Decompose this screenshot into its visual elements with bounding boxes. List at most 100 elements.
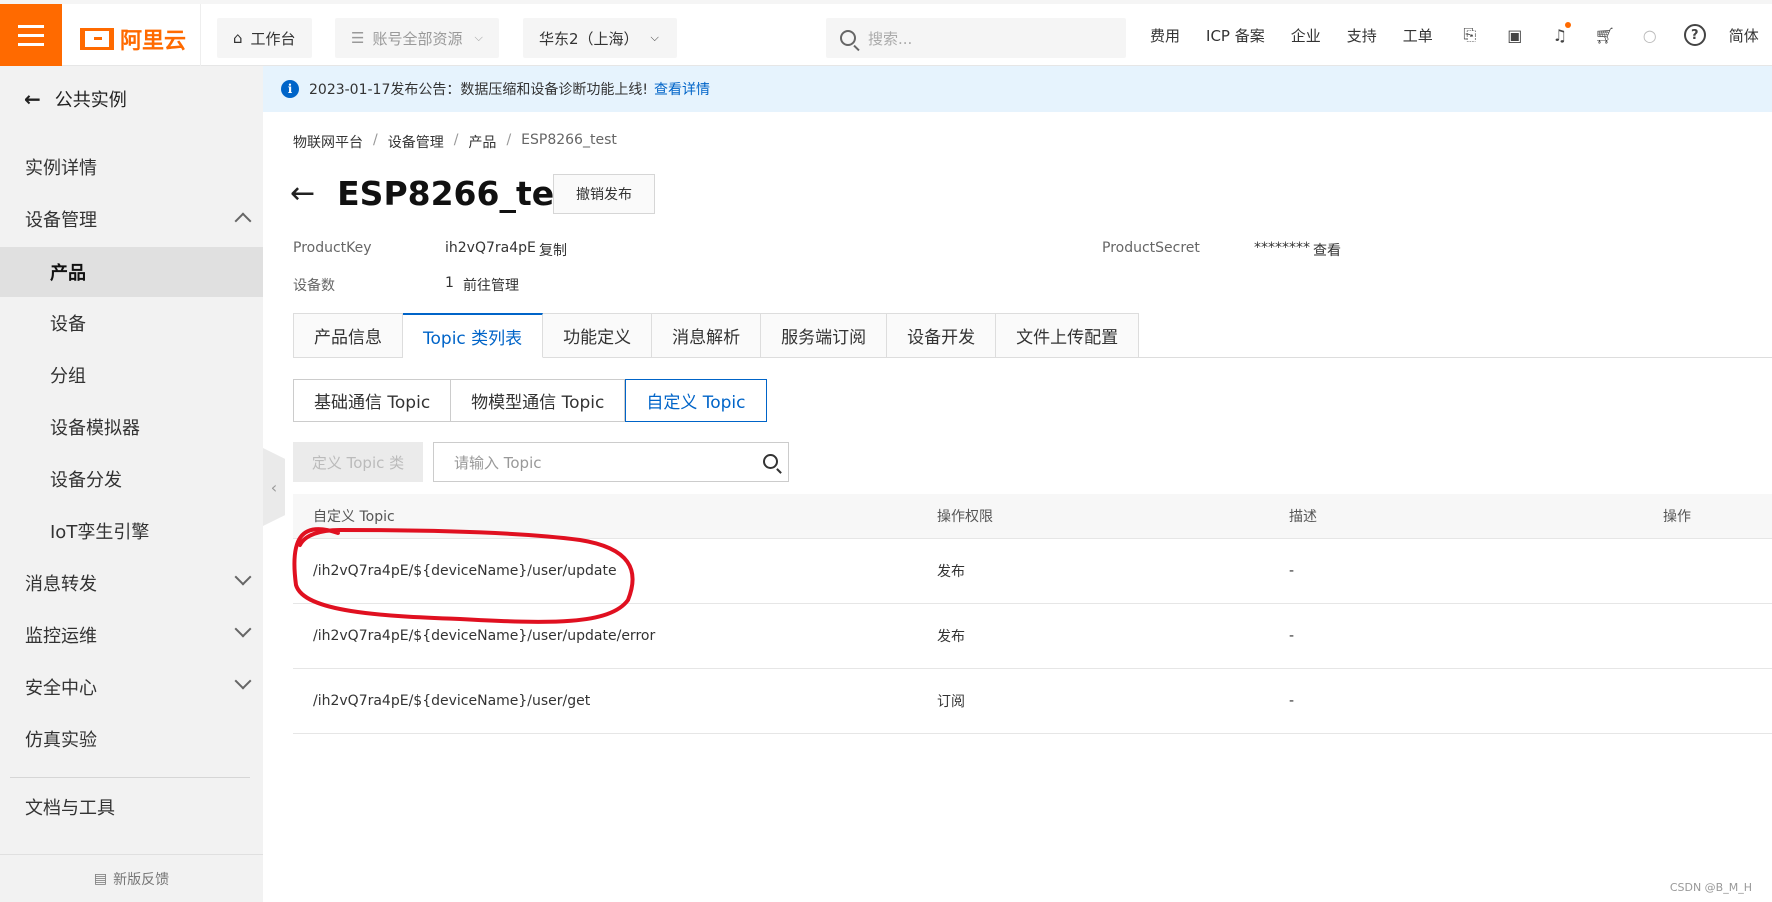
ticket-link[interactable]: 工单	[1403, 25, 1433, 46]
back-to-instances[interactable]: ← 公共实例	[24, 86, 127, 112]
workbench-label: 工作台	[250, 29, 296, 48]
breadcrumb-separator: /	[453, 132, 459, 148]
search-icon[interactable]	[763, 454, 778, 469]
announcement-banner: i 2023-01-17发布公告：数据压缩和设备诊断功能上线! 查看详情	[263, 66, 1772, 112]
sidebar-item-label: 监控运维	[25, 626, 97, 647]
search-icon	[840, 30, 856, 46]
divider	[200, 4, 201, 66]
sidebar-item-label: 实例详情	[25, 158, 97, 179]
topic-search-input[interactable]: 请输入 Topic	[433, 442, 789, 482]
product-key-label: ProductKey	[293, 240, 372, 256]
sidebar-item-simulation[interactable]: 仿真实验	[0, 715, 263, 763]
subtab-custom-topic[interactable]: 自定义 Topic	[625, 379, 767, 422]
page-header: ← ESP8266_test	[290, 174, 590, 213]
subtab-thing-model-topic[interactable]: 物模型通信 Topic	[451, 379, 626, 422]
subtab-basic-topic[interactable]: 基础通信 Topic	[293, 379, 452, 422]
top-links: 费用 ICP 备案 企业 支持 工单 ⎘ ▣ ♫ 🛒︎ ○ ? 简体	[1150, 4, 1772, 66]
resource-label: 账号全部资源	[372, 29, 463, 48]
tab-product-info[interactable]: 产品信息	[293, 313, 403, 358]
tab-message-parsing[interactable]: 消息解析	[652, 313, 762, 358]
sidebar-item-instance-detail[interactable]: 实例详情	[0, 143, 263, 191]
chevron-down-icon	[234, 620, 252, 638]
permission-cell: 订阅	[937, 694, 965, 710]
table-row: /ih2vQ7ra4pE/${deviceName}/user/update 发…	[293, 539, 1772, 604]
sidebar-item-docs-tools[interactable]: 文档与工具	[0, 783, 263, 831]
copy-key-link[interactable]: 复制	[539, 240, 567, 260]
sidebar-item-iot-twin[interactable]: IoT孪生引擎	[0, 507, 263, 555]
database-icon: ☰	[351, 29, 365, 47]
feedback-button[interactable]: ▤ 新版反馈	[0, 854, 263, 902]
sidebar-item-label: 设备模拟器	[50, 418, 140, 439]
sidebar-item-label: 设备	[50, 314, 86, 335]
column-header-permission: 操作权限	[937, 509, 993, 525]
chevron-down-icon: ⌵	[474, 31, 483, 44]
api-icon[interactable]: ⎘	[1459, 24, 1481, 46]
breadcrumb-device-management[interactable]: 设备管理	[388, 132, 444, 152]
help-icon[interactable]: ?	[1683, 24, 1706, 46]
billing-link[interactable]: 费用	[1150, 25, 1180, 46]
breadcrumb-current: ESP8266_test	[521, 132, 617, 148]
sidebar-item-label: 分组	[50, 366, 86, 387]
sidebar-item-simulator[interactable]: 设备模拟器	[0, 403, 263, 451]
breadcrumb-separator: /	[506, 132, 512, 148]
permission-cell: 发布	[937, 629, 965, 645]
cart-icon[interactable]: 🛒︎	[1594, 24, 1616, 46]
support-link[interactable]: 支持	[1347, 25, 1377, 46]
sidebar-item-security[interactable]: 安全中心	[0, 663, 263, 711]
tab-topic-list[interactable]: Topic 类列表	[403, 313, 544, 358]
revoke-publish-button[interactable]: 撤销发布	[553, 174, 655, 214]
workbench-button[interactable]: ⌂ 工作台	[217, 18, 312, 58]
feedback-icon: ▤	[93, 870, 108, 887]
product-tabs: 产品信息 Topic 类列表 功能定义 消息解析 服务端订阅 设备开发 文件上传…	[293, 313, 1140, 358]
sidebar-item-label: 仿真实验	[25, 730, 97, 751]
back-arrow-icon[interactable]: ←	[290, 178, 315, 209]
topic-cell: /ih2vQ7ra4pE/${deviceName}/user/get	[313, 693, 591, 709]
define-topic-button[interactable]: 定义 Topic 类	[293, 442, 423, 482]
permission-cell: 发布	[937, 564, 965, 580]
breadcrumb-product[interactable]: 产品	[468, 132, 496, 152]
description-cell: -	[1289, 628, 1295, 644]
sidebar-item-product[interactable]: 产品	[0, 247, 263, 297]
tab-file-upload-config[interactable]: 文件上传配置	[996, 313, 1140, 358]
product-key-row: ProductKey ih2vQ7ra4pE 复制	[293, 240, 893, 260]
chevron-up-icon	[234, 212, 252, 230]
sidebar-divider	[10, 777, 250, 778]
brand-logo[interactable]: 阿里云	[80, 23, 186, 55]
lightbulb-icon[interactable]: ○	[1639, 24, 1661, 46]
sidebar-item-label: 产品	[50, 263, 86, 284]
sidebar-item-monitoring[interactable]: 监控运维	[0, 611, 263, 659]
resource-selector[interactable]: ☰ 账号全部资源 ⌵	[335, 18, 499, 58]
sidebar-item-group[interactable]: 分组	[0, 351, 263, 399]
view-secret-link[interactable]: 查看	[1313, 240, 1341, 260]
enterprise-link[interactable]: 企业	[1291, 25, 1321, 46]
table-row: /ih2vQ7ra4pE/${deviceName}/user/get 订阅 -	[293, 669, 1772, 734]
sidebar-item-distribution[interactable]: 设备分发	[0, 455, 263, 503]
chevron-down-icon	[234, 672, 252, 690]
topic-cell: /ih2vQ7ra4pE/${deviceName}/user/update	[313, 563, 617, 579]
sidebar-item-label: IoT孪生引擎	[50, 522, 150, 543]
tab-device-development[interactable]: 设备开发	[887, 313, 997, 358]
language-switch[interactable]: 简体	[1729, 25, 1759, 46]
breadcrumb-iot-platform[interactable]: 物联网平台	[293, 132, 363, 152]
watermark: CSDN @B_M_H	[1669, 881, 1752, 894]
bell-icon[interactable]: ♫	[1549, 22, 1571, 46]
tab-feature-definition[interactable]: 功能定义	[543, 313, 653, 358]
device-count-row: 设备数 1 前往管理	[293, 275, 893, 295]
breadcrumb: 物联网平台 / 设备管理 / 产品 / ESP8266_test	[293, 132, 617, 152]
tab-server-subscription[interactable]: 服务端订阅	[761, 313, 888, 358]
announcement-text: 2023-01-17发布公告：数据压缩和设备诊断功能上线!	[309, 82, 648, 98]
icp-link[interactable]: ICP 备案	[1206, 25, 1265, 46]
chevron-down-icon: ⌵	[650, 31, 659, 44]
menu-icon[interactable]	[0, 4, 62, 66]
global-search-input[interactable]: 搜索...	[826, 18, 1126, 58]
announcement-link[interactable]: 查看详情	[654, 79, 710, 99]
sidebar-item-message-forwarding[interactable]: 消息转发	[0, 559, 263, 607]
manage-devices-link[interactable]: 前往管理	[463, 275, 519, 295]
sidebar-item-device-management[interactable]: 设备管理	[0, 195, 263, 243]
sidebar-collapse-handle[interactable]: ‹	[263, 448, 285, 526]
sidebar-item-device[interactable]: 设备	[0, 299, 263, 347]
terminal-icon[interactable]: ▣	[1504, 24, 1526, 46]
topic-subtabs: 基础通信 Topic 物模型通信 Topic 自定义 Topic	[293, 379, 767, 422]
sidebar-item-label: 消息转发	[25, 574, 97, 595]
region-selector[interactable]: 华东2（上海） ⌵	[523, 18, 677, 58]
